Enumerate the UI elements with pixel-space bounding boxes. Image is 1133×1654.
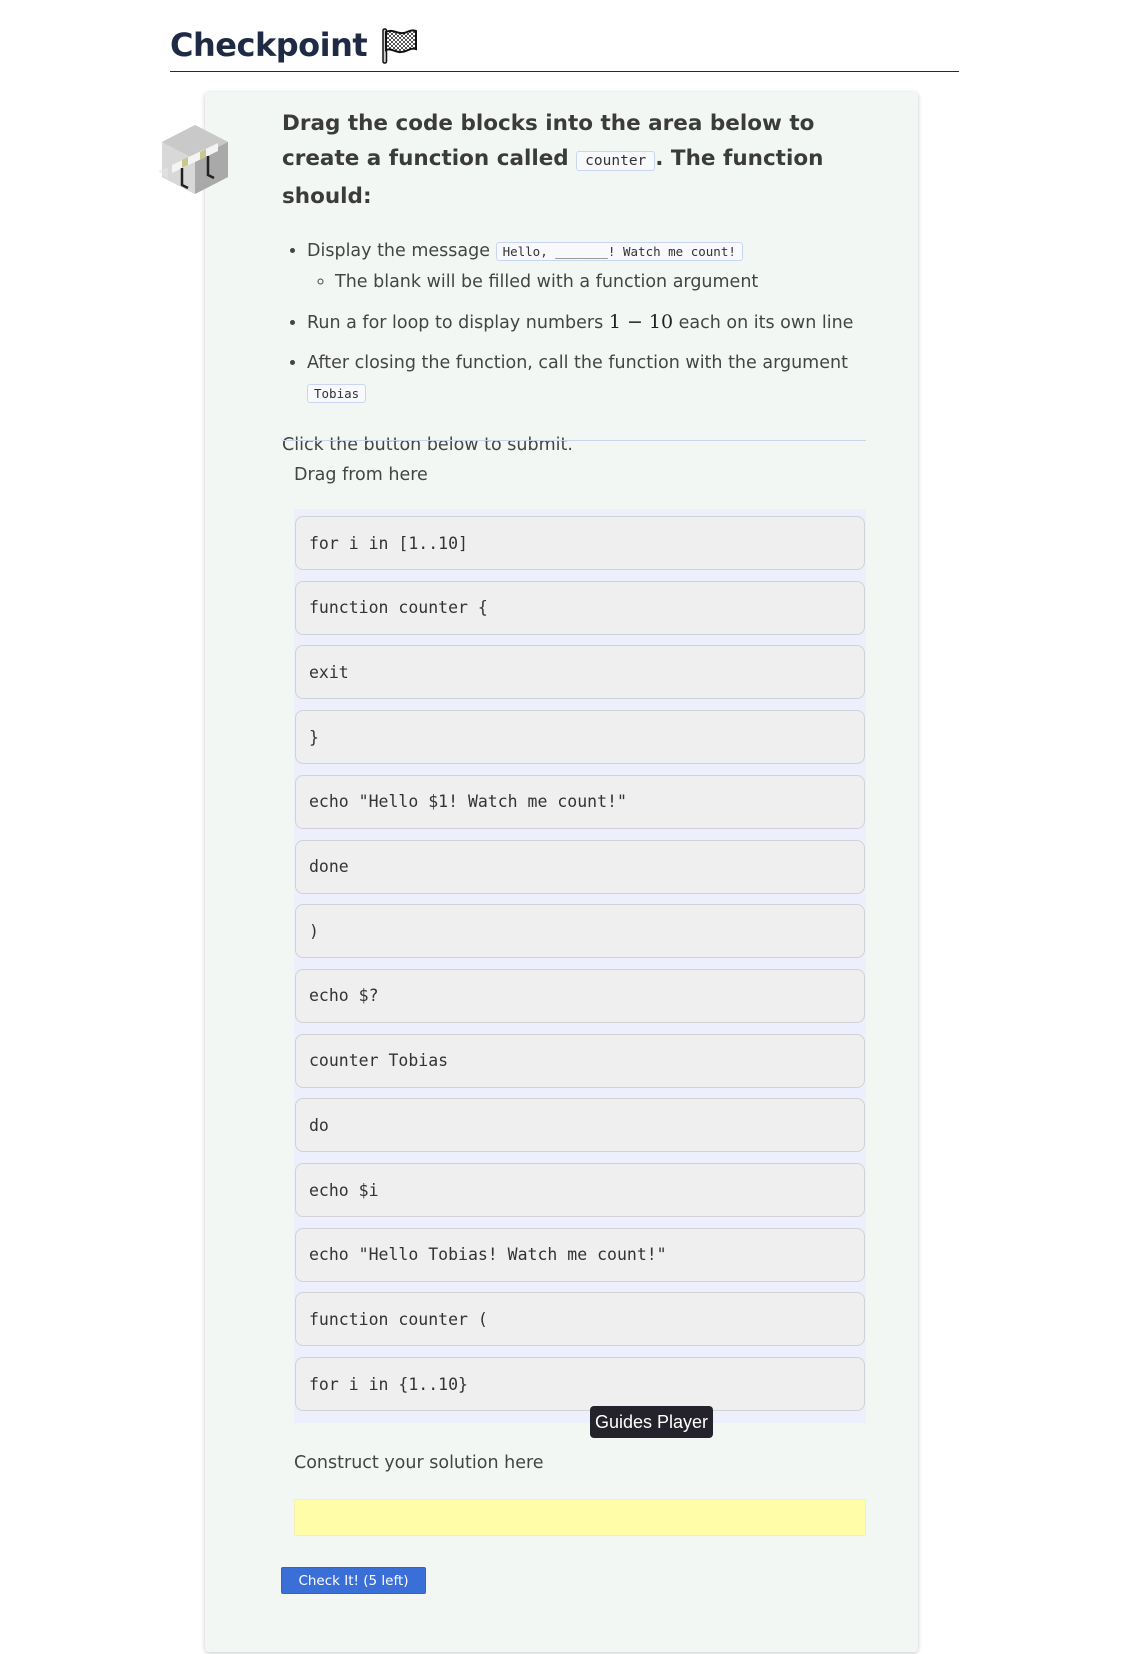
code-block[interactable]: for i in {1..10} bbox=[295, 1357, 865, 1412]
message-code: Hello, _______! Watch me count! bbox=[495, 242, 743, 261]
sub-requirement-item: The blank will be filled with a function… bbox=[335, 267, 867, 297]
source-label: Drag from here bbox=[294, 465, 428, 485]
source-area[interactable]: for i in [1..10] function counter { exit} e… bbox=[294, 509, 866, 1423]
submit-note: Click the button below to submit. bbox=[282, 435, 573, 455]
check-it-button[interactable]: Check It! (5 left) bbox=[281, 1567, 426, 1594]
solution-drop-area[interactable] bbox=[294, 1499, 866, 1536]
requirement-item: Run a for loop to display numbers 1 − 10… bbox=[307, 307, 867, 338]
code-block[interactable]: ) bbox=[295, 904, 865, 959]
page-heading: Checkpoint bbox=[170, 18, 959, 72]
requirement-text-end: each on its own line bbox=[678, 313, 854, 333]
code-block[interactable]: echo $i bbox=[295, 1163, 865, 1217]
guides-player-tooltip: Guides Player bbox=[590, 1406, 714, 1438]
code-block[interactable]: exit bbox=[295, 645, 865, 700]
instructions: Drag the code blocks into the area below… bbox=[282, 106, 867, 455]
function-name-code: counter bbox=[576, 151, 656, 171]
argument-code: Tobias bbox=[307, 384, 367, 403]
prompt: Drag the code blocks into the area below… bbox=[282, 106, 867, 214]
code-block[interactable]: done bbox=[295, 839, 865, 894]
divider bbox=[282, 440, 866, 441]
checkered-flag-icon bbox=[379, 25, 419, 65]
requirement-item: After closing the function, call the fun… bbox=[307, 348, 867, 409]
requirements-list: Display the message Hello, _______! Watc… bbox=[282, 236, 867, 409]
requirement-item: Display the message Hello, _______! Watc… bbox=[307, 236, 867, 297]
page-title: Checkpoint bbox=[170, 25, 368, 64]
code-block[interactable]: for i in [1..10] bbox=[295, 516, 865, 570]
sub-requirements-list: The blank will be filled with a function… bbox=[307, 267, 867, 297]
code-block[interactable]: function counter ( bbox=[295, 1292, 865, 1347]
code-block[interactable]: echo "Hello $1! Watch me count!" bbox=[295, 774, 865, 829]
requirement-text: Display the message bbox=[307, 241, 490, 261]
requirement-text: After closing the function, call the fun… bbox=[307, 353, 848, 373]
code-block[interactable]: counter Tobias bbox=[295, 1033, 865, 1088]
solution-label: Construct your solution here bbox=[294, 1453, 544, 1473]
code-block[interactable]: do bbox=[295, 1098, 865, 1153]
code-block[interactable]: echo $? bbox=[295, 968, 865, 1023]
range-math: 1 − 10 bbox=[608, 311, 674, 333]
code-block[interactable]: } bbox=[295, 710, 865, 765]
hurdle-icon bbox=[158, 123, 232, 195]
code-block[interactable]: function counter { bbox=[295, 580, 865, 635]
requirement-text: Run a for loop to display numbers bbox=[307, 313, 604, 333]
code-block[interactable]: echo "Hello Tobias! Watch me count!" bbox=[295, 1227, 865, 1282]
